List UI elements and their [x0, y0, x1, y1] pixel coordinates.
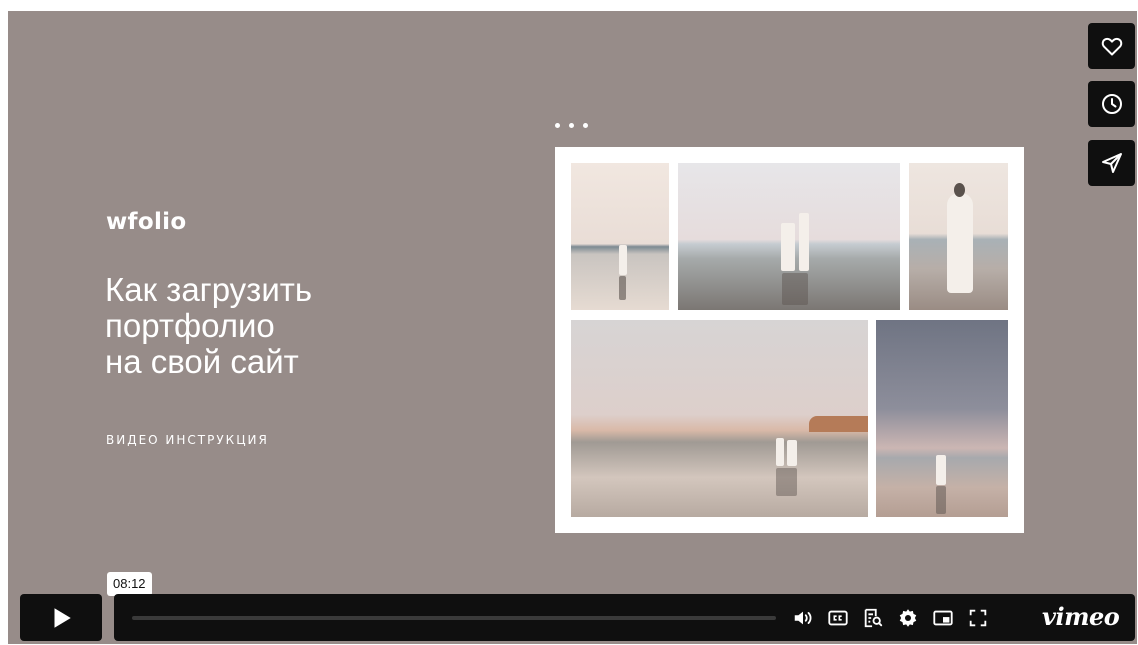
like-button[interactable] [1088, 23, 1135, 69]
fullscreen-icon [969, 609, 987, 627]
dot [569, 123, 574, 128]
transcript-icon [864, 608, 883, 628]
bride-figure [787, 440, 797, 466]
fullscreen-button[interactable] [965, 605, 991, 631]
photo-collage [555, 147, 1024, 533]
reflection [776, 468, 797, 496]
volume-button[interactable] [790, 605, 816, 631]
photo-beach-couple-2 [678, 163, 900, 310]
photo-bride-bouquet [909, 163, 1008, 310]
reflection [782, 273, 808, 305]
watch-later-button[interactable] [1088, 81, 1135, 127]
brand-name: wfolio [106, 209, 187, 235]
groom-figure [776, 438, 784, 466]
volume-icon [794, 611, 812, 625]
dot [583, 123, 588, 128]
headline-line-1: Как загрузить [105, 271, 313, 308]
pip-icon [933, 610, 953, 626]
cliff-shape [809, 416, 868, 432]
vimeo-logo[interactable]: vimeo [1042, 602, 1120, 631]
photo-beach-couple-1 [571, 163, 669, 310]
reflection [619, 276, 626, 300]
couple-figure [936, 455, 946, 485]
heart-icon [1101, 37, 1122, 56]
video-subtitle: ВИДЕО ИНСТРУКЦИЯ [106, 433, 269, 447]
picture-in-picture-button[interactable] [930, 605, 956, 631]
bride-head [954, 183, 965, 197]
photo-beach-dusk [876, 320, 1008, 517]
settings-icon [899, 609, 917, 627]
share-button[interactable] [1088, 140, 1135, 186]
send-icon [1101, 153, 1122, 173]
slide-dots [555, 123, 588, 128]
captions-button[interactable] [825, 605, 851, 631]
transcript-button[interactable] [860, 605, 886, 631]
video-headline: Как загрузить портфолио на свой сайт [105, 272, 425, 380]
headline-line-3: на свой сайт [105, 343, 299, 380]
bride-figure [947, 193, 973, 293]
progress-bar[interactable] [132, 616, 776, 620]
cc-icon [828, 610, 848, 626]
couple-figure [619, 245, 627, 275]
play-icon [54, 607, 71, 628]
control-icons [790, 605, 991, 631]
reflection [936, 486, 946, 514]
photo-beach-sunset-wide [571, 320, 868, 517]
bride-figure [781, 223, 795, 271]
control-bar: vimeo [114, 594, 1135, 641]
dot [555, 123, 560, 128]
play-button[interactable] [20, 594, 102, 641]
groom-figure [799, 213, 809, 271]
settings-button[interactable] [895, 605, 921, 631]
headline-line-2: портфолио [105, 307, 275, 344]
video-player[interactable]: wfolio Как загрузить портфолио на свой с… [8, 11, 1137, 644]
duration-tooltip: 08:12 [107, 572, 152, 601]
clock-icon [1101, 94, 1122, 114]
